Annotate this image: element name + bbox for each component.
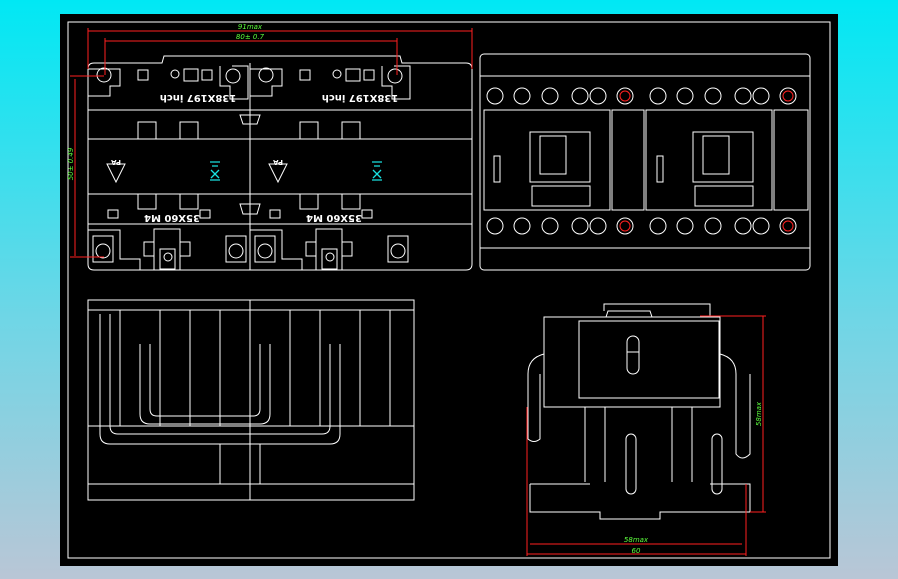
size-label-right: 138X197 inch (322, 92, 399, 103)
material-label-right: PA (272, 158, 282, 166)
top-view-contactor-pair: 138X197 inch 138X197 inch 35X60 M4 35X60… (67, 23, 473, 271)
material-label-left: PA (110, 158, 120, 166)
screw-label-left: 35X60 M4 (144, 212, 200, 223)
dim-total-width: 60 (632, 547, 641, 555)
dim-mount-height: 50± 0.49 (67, 147, 75, 180)
dim-height: 58max (755, 401, 763, 426)
front-view-contactor-pair (479, 53, 811, 271)
cad-drawing-canvas[interactable]: 138X197 inch 138X197 inch 35X60 M4 35X60… (60, 14, 838, 566)
side-view-contactor-pair (87, 299, 415, 501)
dim-overall-width: 91max (238, 23, 263, 31)
size-label-left: 138X197 inch (160, 92, 237, 103)
screw-label-right: 35X60 M4 (306, 212, 362, 223)
dim-body-width: 58max (624, 536, 649, 544)
end-view-contactor: 58max 60 58max (526, 303, 766, 556)
cad-drawing: 138X197 inch 138X197 inch 35X60 M4 35X60… (67, 21, 831, 559)
dim-mount-width: 80± 0.7 (236, 33, 265, 41)
